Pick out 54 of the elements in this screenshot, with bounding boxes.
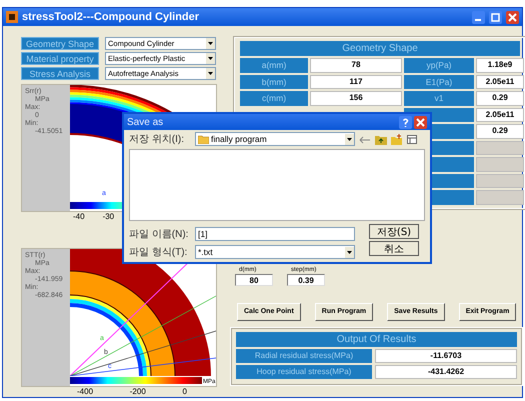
axis-tick-label: -30	[102, 212, 114, 222]
location-dropdown[interactable]: finally program	[195, 132, 355, 146]
label-cell: v1	[404, 91, 474, 106]
value-field[interactable]: 1.18e9	[476, 58, 524, 72]
caret-icon[interactable]	[345, 134, 354, 144]
caret-icon[interactable]	[206, 68, 215, 79]
label-cell: Radial residual stress(MPa)	[236, 348, 372, 362]
help-icon[interactable]	[399, 116, 412, 128]
label-cell: E1(Pa)	[404, 74, 474, 89]
input-field[interactable]: 0.39	[287, 274, 325, 286]
minimize-icon[interactable]	[472, 10, 485, 24]
dialog-button[interactable]: 취소	[369, 241, 419, 256]
filename-field[interactable]: [1]	[195, 227, 355, 241]
panel-header: Geometry Shape	[240, 41, 520, 56]
label-cell: b(mm)	[240, 74, 308, 89]
close-icon[interactable]	[414, 116, 427, 128]
panel-header: Output Of Results	[236, 332, 517, 346]
filetype-dropdown[interactable]: *.txt	[195, 245, 355, 259]
axis-tick-label: -200	[130, 387, 146, 397]
dialog-title: Save as	[127, 116, 164, 128]
field-label: 파일 형식(T):	[129, 246, 188, 259]
field-label: 파일 이름(N):	[129, 228, 190, 241]
view-menu-icon[interactable]	[407, 134, 419, 144]
label-cell: Hoop residual stress(MPa)	[236, 364, 372, 378]
up-folder-icon[interactable]	[375, 134, 387, 144]
axis-tick-label: -40	[73, 212, 85, 222]
file-list[interactable]	[129, 149, 425, 221]
new-folder-icon[interactable]	[391, 134, 403, 144]
close-icon[interactable]	[506, 10, 519, 24]
value-field[interactable]: 0.29	[476, 91, 524, 106]
value-field[interactable]: 0.29	[476, 124, 524, 138]
caret-icon[interactable]	[345, 246, 354, 258]
label-cell: a(mm)	[240, 58, 308, 72]
label-cell: yp(Pa)	[404, 58, 474, 72]
value-field[interactable]: -11.6703	[375, 348, 517, 362]
app-icon	[6, 11, 18, 23]
value-field[interactable]: 117	[310, 74, 402, 89]
field-label: 저장 위치(I):	[129, 133, 185, 146]
label-cell: c(mm)	[240, 91, 308, 106]
axis-tick-label: -400	[77, 387, 94, 397]
maximize-icon[interactable]	[489, 10, 502, 24]
value-field[interactable]: 78	[310, 58, 402, 72]
caret-icon[interactable]	[206, 38, 215, 49]
input-field[interactable]: 80	[235, 274, 273, 286]
value-field[interactable]: 156	[310, 91, 402, 106]
dialog-button[interactable]: 저장(S)	[369, 224, 419, 239]
value-field[interactable]: 2.05e11	[476, 74, 524, 89]
back-arrow-icon[interactable]	[359, 134, 371, 144]
caret-icon[interactable]	[206, 53, 215, 64]
value-field[interactable]: 2.05e11	[476, 108, 524, 122]
axis-tick-label: 0	[182, 387, 187, 397]
folder-icon	[198, 134, 209, 144]
value-field[interactable]: -431.4262	[375, 364, 517, 378]
window-title: stressTool2---Compound Cylinder	[22, 11, 200, 23]
